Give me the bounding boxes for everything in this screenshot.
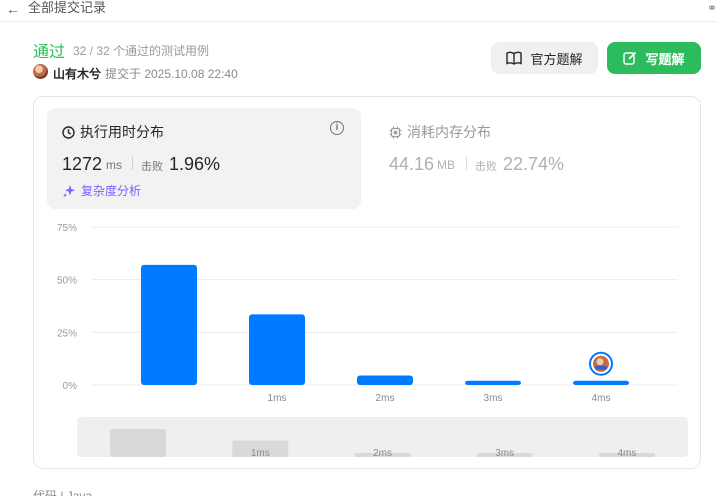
write-solution-button[interactable]: 写题解: [607, 42, 701, 74]
submission-status: 通过: [33, 44, 66, 61]
bar: [357, 375, 413, 385]
x-tick-label: 3ms: [484, 393, 503, 404]
bar: [141, 264, 197, 385]
username[interactable]: 山有木兮: [53, 65, 101, 82]
book-icon: [506, 51, 523, 65]
chart-range-minimap[interactable]: 1ms 2ms 3ms 4ms: [77, 417, 688, 457]
user-avatar-shirt: [595, 365, 607, 370]
runtime-title: 执行用时分布: [62, 122, 164, 142]
memory-beats: 22.74%: [503, 154, 565, 174]
minimap-tick-label: 4ms: [617, 448, 636, 457]
minimap-bar: [110, 429, 167, 457]
y-tick-label: 0%: [63, 381, 78, 392]
top-bar: ← 全部提交记录 ⚭: [0, 0, 717, 22]
clock-icon: [62, 125, 75, 139]
x-tick-label: 2ms: [376, 393, 395, 404]
complexity-analysis-link[interactable]: 复杂度分析: [62, 182, 141, 199]
write-solution-label: 写题解: [645, 51, 685, 67]
runtime-title-label: 执行用时分布: [80, 124, 164, 140]
y-tick-label: 25%: [57, 328, 77, 339]
runtime-beats: 1.96%: [169, 154, 221, 174]
x-tick-label: 4ms: [592, 393, 611, 404]
runtime-beats-label: 击败: [141, 161, 163, 173]
memory-value: 44.16: [389, 154, 435, 174]
avatar[interactable]: [33, 64, 48, 79]
x-tick-label: 1ms: [268, 393, 287, 404]
bar: [573, 380, 629, 385]
memory-unit: MB: [437, 158, 455, 172]
minimap-tick-label: 2ms: [373, 448, 392, 457]
minimap-tick-label: 1ms: [251, 448, 270, 457]
back-link[interactable]: 全部提交记录: [28, 0, 106, 16]
link-icon[interactable]: ⚭: [707, 1, 717, 15]
memory-title[interactable]: 消耗内存分布: [389, 122, 491, 142]
back-arrow-icon[interactable]: ←: [6, 1, 20, 17]
official-solution-button[interactable]: 官方题解: [491, 42, 598, 74]
complexity-analysis-label: 复杂度分析: [81, 184, 142, 198]
official-solution-label: 官方题解: [530, 51, 583, 67]
y-tick-label: 50%: [57, 276, 77, 287]
divider: [132, 157, 133, 170]
memory-beats-label: 击败: [475, 161, 497, 173]
sparkle-icon: [63, 184, 75, 197]
bar: [465, 380, 521, 385]
code-language-label: 代码 | Java: [33, 489, 93, 496]
minimap-tick-label: 3ms: [495, 448, 514, 457]
runtime-unit: ms: [106, 158, 122, 172]
submission-time: 提交于 2025.10.08 22:40: [105, 67, 238, 81]
testcase-summary: 32 / 32 个通过的测试用例: [73, 44, 210, 58]
bar: [249, 314, 305, 385]
user-avatar-face: [596, 358, 604, 366]
edit-icon: [623, 51, 637, 65]
divider: [466, 157, 467, 170]
info-icon[interactable]: i: [330, 121, 344, 135]
memory-title-label: 消耗内存分布: [407, 124, 491, 140]
y-tick-label: 75%: [57, 223, 77, 234]
runtime-value: 1272: [62, 154, 103, 174]
chip-icon: [389, 126, 402, 138]
